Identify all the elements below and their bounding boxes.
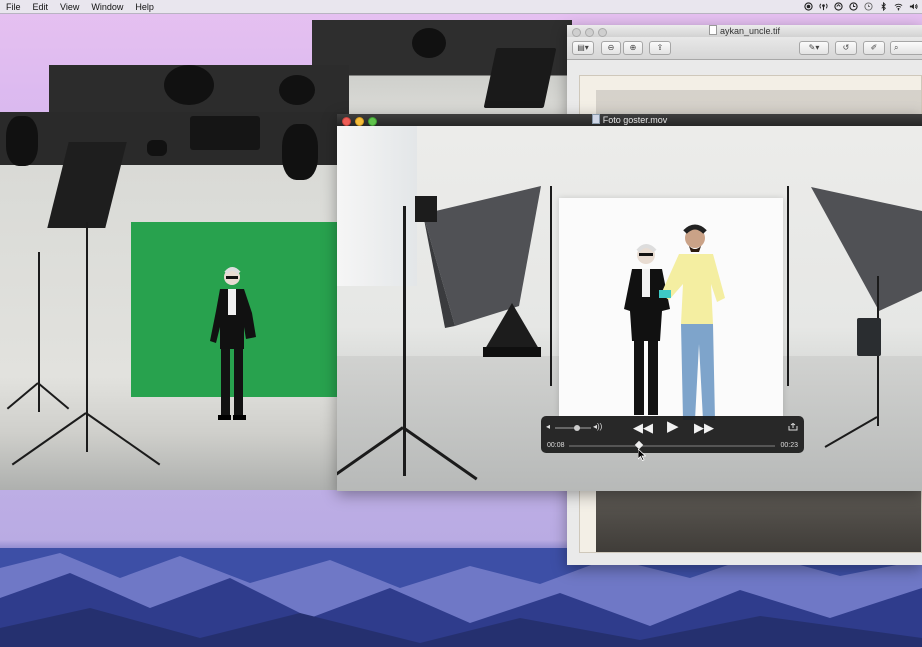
bluetooth-icon[interactable] bbox=[879, 2, 888, 11]
studio-light bbox=[164, 65, 214, 105]
light-stand bbox=[787, 186, 789, 386]
studio-light bbox=[190, 116, 260, 150]
studio-light bbox=[147, 140, 167, 156]
wifi-icon[interactable] bbox=[894, 2, 903, 11]
trash-bin bbox=[857, 318, 881, 356]
window-title: aykan_uncle.tif bbox=[719, 26, 781, 36]
window-controls bbox=[572, 28, 607, 37]
light-stand bbox=[550, 186, 552, 386]
window-title: Foto goster.mov bbox=[602, 115, 668, 125]
zoom-out-button[interactable]: ⊖ bbox=[601, 41, 621, 55]
cone-reflector bbox=[483, 303, 541, 357]
markup-pen-button[interactable]: ✎▾ bbox=[799, 41, 829, 55]
menu-window[interactable]: Window bbox=[85, 2, 129, 12]
stand-leg bbox=[6, 382, 39, 410]
volume-high-icon: ◂)) bbox=[593, 422, 603, 431]
broadcast-icon[interactable] bbox=[819, 2, 828, 11]
fast-forward-button[interactable]: ▶▶ bbox=[694, 421, 714, 434]
window-controls bbox=[342, 117, 377, 126]
man-in-yellow-sweater bbox=[659, 224, 725, 420]
stand-leg bbox=[11, 412, 87, 466]
minimize-button[interactable] bbox=[355, 117, 364, 126]
light-stand bbox=[403, 206, 406, 476]
studio-light bbox=[279, 75, 315, 105]
volume-low-icon: ◂ bbox=[546, 422, 551, 431]
play-button[interactable]: ▶ bbox=[667, 419, 679, 434]
scrubber-track[interactable] bbox=[569, 440, 775, 450]
movie-file-icon bbox=[591, 114, 600, 124]
zoom-button[interactable] bbox=[598, 28, 607, 37]
menu-edit[interactable]: Edit bbox=[27, 2, 55, 12]
mouse-pointer-icon bbox=[638, 449, 646, 461]
studio-light bbox=[282, 124, 318, 180]
light-stand bbox=[38, 252, 40, 412]
rewind-button[interactable]: ◀◀ bbox=[633, 421, 653, 434]
close-button[interactable] bbox=[342, 117, 351, 126]
playhead[interactable] bbox=[634, 440, 644, 450]
sync-icon[interactable] bbox=[834, 2, 843, 11]
minimize-button[interactable] bbox=[585, 28, 594, 37]
light-stand bbox=[86, 222, 88, 452]
studio-light bbox=[412, 28, 446, 58]
share-icon[interactable] bbox=[788, 423, 798, 431]
elapsed-time: 00:08 bbox=[547, 442, 565, 449]
menu-help[interactable]: Help bbox=[129, 2, 160, 12]
stand-leg bbox=[37, 382, 70, 410]
greenscreen-studio-photo bbox=[0, 112, 345, 490]
volume-slider[interactable] bbox=[555, 425, 591, 431]
record-icon[interactable] bbox=[804, 2, 813, 11]
preview-toolbar: ▤▾ ⊖ ⊕ ⇪ ✎▾ ↺ ✐ ⌕ bbox=[567, 37, 922, 60]
softbox bbox=[47, 142, 127, 228]
share-button[interactable]: ⇪ bbox=[649, 41, 671, 55]
quicktime-movie-window: Foto goster.mov ◂ ◂)) ◀◀ ▶ ▶▶ 00:08 00:2… bbox=[337, 114, 922, 491]
volume-knob[interactable] bbox=[573, 425, 580, 431]
rotate-button[interactable]: ↺ bbox=[835, 41, 857, 55]
remaining-time: 00:23 bbox=[780, 442, 798, 449]
volume-icon[interactable] bbox=[909, 2, 918, 11]
menu-bar: File Edit View Window Help bbox=[0, 0, 922, 14]
menu-file[interactable]: File bbox=[0, 2, 27, 12]
stand-leg bbox=[85, 412, 161, 466]
document-icon bbox=[708, 25, 717, 35]
zoom-button[interactable] bbox=[368, 117, 377, 126]
status-menu-extras bbox=[804, 0, 918, 13]
studio-light bbox=[6, 116, 38, 166]
search-button[interactable]: ⌕ bbox=[890, 41, 922, 55]
clock-icon[interactable] bbox=[849, 2, 858, 11]
playback-controls-hud: ◂ ◂)) ◀◀ ▶ ▶▶ 00:08 00:23 bbox=[541, 416, 804, 453]
video-frame[interactable]: ◂ ◂)) ◀◀ ▶ ▶▶ 00:08 00:23 bbox=[337, 126, 922, 491]
time-machine-icon[interactable] bbox=[864, 2, 873, 11]
close-button[interactable] bbox=[572, 28, 581, 37]
right-softbox bbox=[811, 187, 922, 311]
zoom-in-button[interactable]: ⊕ bbox=[623, 41, 643, 55]
menu-view[interactable]: View bbox=[54, 2, 85, 12]
background-studio-photo-top bbox=[312, 20, 572, 120]
man-in-black-suit bbox=[210, 267, 256, 420]
sidebar-toggle-button[interactable]: ▤▾ bbox=[572, 41, 594, 55]
studio-light bbox=[483, 48, 557, 108]
annotate-button[interactable]: ✐ bbox=[863, 41, 885, 55]
